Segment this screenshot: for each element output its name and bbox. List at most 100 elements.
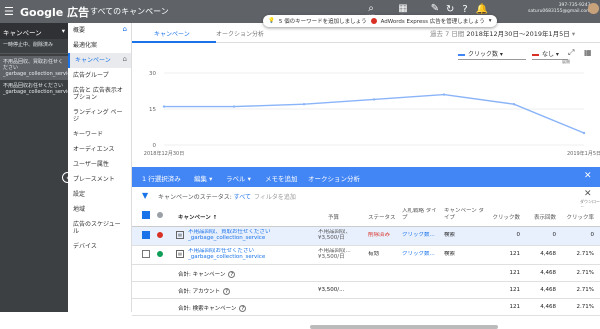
menu-item-label: キャンペーン [75, 57, 111, 64]
menu-item-locations[interactable]: 地域 [68, 202, 131, 217]
menu-item-ad-groups[interactable]: 広告グループ [68, 68, 131, 83]
menu-item-keywords[interactable]: キーワード [68, 127, 131, 142]
close-icon[interactable]: ✕ [584, 171, 592, 181]
metric-select-primary[interactable]: クリック数 ▾ [458, 49, 526, 60]
menu-item-placements[interactable]: プレースメント [68, 172, 131, 187]
total-impressions: 4,468 [540, 287, 556, 293]
menu-item-ads[interactable]: 広告と 広告表示オプション [68, 83, 131, 105]
bidding-cell[interactable]: クリック数... [402, 232, 435, 238]
budget-cell[interactable]: 不用品回収... ¥3,500/日 [318, 248, 351, 260]
chevron-down-icon[interactable]: ▾ [62, 27, 65, 35]
menu-item-ad-schedule[interactable]: 広告のスケジュール [68, 217, 131, 239]
reports-icon: ▦ [398, 3, 408, 14]
row-checkbox[interactable] [142, 250, 150, 258]
menu-item-label: オーディエンス [73, 146, 115, 153]
col-bidding[interactable]: 入札戦略 タイプ [402, 208, 442, 222]
help-icon[interactable]: ? [228, 271, 236, 278]
campaign-name-link[interactable]: 不用品回収お任せください _garbage_collection_service [188, 248, 265, 260]
menu-item-demographics[interactable]: ユーザー属性 [68, 157, 131, 172]
campaign-table: キャンペーン ↑ 予算 ステータス 入札戦略 タイプ キャンペーン タイプ クリ… [132, 207, 600, 316]
menu-item-overview[interactable]: 概要 ⌂ [68, 23, 131, 38]
auction-insights-button[interactable]: オークション分析 [308, 173, 360, 183]
chart-controls: クリック数 ▾ なし ▾ ⤢ ▦ 展開 [132, 45, 600, 64]
bidding-cell[interactable]: クリック数... [402, 251, 435, 257]
total-impressions: 4,468 [540, 270, 556, 276]
table-row[interactable]: ▤ 不用品回収、買取お任せください _garbage_collection_ser… [132, 227, 600, 246]
menu-item-label: キーワード [73, 131, 104, 138]
menu-item-label: 地域 [73, 206, 86, 213]
campaign-name-line2: _garbage_collection_service [188, 254, 266, 260]
menu-item-label: 設定 [73, 191, 86, 198]
chart-y-ticks: 30 15 0 [149, 71, 157, 149]
date-range-picker[interactable]: 過去 7 日間 2018年12月30日〜2019年1月5日 ▾ [430, 28, 575, 38]
date-range-label: 過去 7 日間 [430, 30, 465, 38]
app-logo[interactable]: Google 広告 [20, 4, 89, 20]
menu-item-label: プレースメント [73, 176, 115, 183]
total-label-text: 合計: キャンペーン [178, 272, 226, 278]
horizontal-scrollbar[interactable] [310, 325, 498, 329]
col-status[interactable]: ステータス [368, 213, 396, 221]
col-campaign[interactable]: キャンペーン ↑ [178, 213, 217, 221]
col-budget[interactable]: 予算 [328, 213, 339, 221]
help-icon[interactable]: ? [223, 288, 231, 295]
notifications-icon[interactable]: 🔔 [476, 4, 488, 15]
x-tick-label: 2018年12月30日 [144, 150, 184, 157]
campaign-tree-header[interactable]: キャンペーン ▾ [0, 23, 68, 39]
row-checkbox[interactable] [142, 231, 150, 239]
search-campaign-icon: ▤ [176, 231, 184, 239]
total-label: 合計: キャンペーン? [178, 270, 236, 278]
menu-item-label: デバイス [73, 243, 97, 250]
menu-item-devices[interactable]: デバイス [68, 239, 131, 254]
refresh-icon[interactable]: ↻ [446, 4, 454, 15]
total-ctr: 2.71% [576, 287, 594, 293]
expand-icon[interactable]: ⤢ [568, 48, 574, 58]
menu-item-label: 広告と 広告表示オプション [73, 87, 123, 101]
chart-type-icon[interactable]: ▦ [584, 48, 592, 57]
label-menu[interactable]: ラベル ▾ [226, 173, 251, 183]
tree-campaign-item[interactable]: 不用品回収、買取お任せください _garbage_collection_serv… [0, 56, 70, 80]
campaign-name-link[interactable]: 不用品回収、買取お任せください _garbage_collection_servi… [188, 229, 271, 241]
filter-icon[interactable]: ▼ [142, 191, 148, 200]
date-range-value: 2018年12月30日〜2019年1月5日 [466, 30, 570, 38]
edit-menu[interactable]: 編集 ▾ [194, 173, 212, 183]
data-point [302, 103, 306, 106]
performance-chart: 30 15 0 2018年12月30日 2019年1月5日 [144, 71, 600, 157]
account-info[interactable]: 397-735-9243 saturu0683155@gmail.com [528, 3, 591, 15]
impressions-cell: 4,468 [540, 251, 556, 257]
avatar[interactable] [588, 3, 599, 14]
tab-campaign[interactable]: キャンペーン [154, 29, 190, 38]
enabled-status-icon [157, 251, 163, 257]
chevron-down-icon: ▾ [571, 30, 576, 38]
edit-menu-label: 編集 [194, 175, 207, 183]
menu-item-settings[interactable]: 設定 [68, 187, 131, 202]
budget-cell[interactable]: 不用品回収、 ¥3,500/日 [318, 229, 351, 241]
col-ctr[interactable]: クリック率 [558, 213, 594, 221]
status-filter[interactable]: キャンペーンのステータス: すべて [158, 192, 251, 201]
tab-auction-insights[interactable]: オークション分析 [216, 29, 264, 38]
add-note-button[interactable]: メモを追加 [265, 173, 298, 183]
table-row[interactable]: ▤ 不用品回収お任せください _garbage_collection_servic… [132, 246, 600, 265]
menu-item-landing-pages[interactable]: ランディング ページ [68, 105, 131, 127]
help-icon[interactable]: ? [462, 4, 467, 15]
close-icon[interactable]: ✕ [584, 189, 592, 199]
help-icon[interactable]: ? [239, 305, 247, 312]
add-filter-button[interactable]: フィルタを追加 [254, 192, 296, 201]
total-row: 合計: 検索キャンペーン? 121 4,468 2.71% [132, 299, 600, 316]
col-clicks[interactable]: クリック数 [482, 213, 520, 221]
menu-icon[interactable]: ☰ [4, 5, 14, 18]
menu-item-recommendations[interactable]: 最適化案 [68, 38, 131, 53]
tree-filter-item[interactable]: 一時停止中、削除済み [0, 39, 68, 51]
total-row: 合計: キャンペーン? 121 4,468 2.71% [132, 265, 600, 282]
select-all-checkbox[interactable] [142, 211, 150, 219]
type-cell: 検索 [444, 232, 456, 238]
tree-campaign-item[interactable]: 不用品回収お任せください _garbage_collection_servic [0, 80, 70, 98]
home-icon: ⌂ [122, 25, 127, 33]
menu-item-campaigns[interactable]: キャンペーン ⌂ [68, 53, 131, 68]
type-cell: 検索 [444, 251, 456, 257]
menu-item-audiences[interactable]: オーディエンス [68, 142, 131, 157]
total-label: 合計: 検索キャンペーン? [178, 304, 247, 312]
selected-count: 1 行選択済み [142, 175, 181, 183]
menu-item-label: 最適化案 [73, 42, 98, 49]
impressions-cell: 0 [552, 232, 557, 238]
col-impressions[interactable]: 表示回数 [522, 213, 556, 221]
